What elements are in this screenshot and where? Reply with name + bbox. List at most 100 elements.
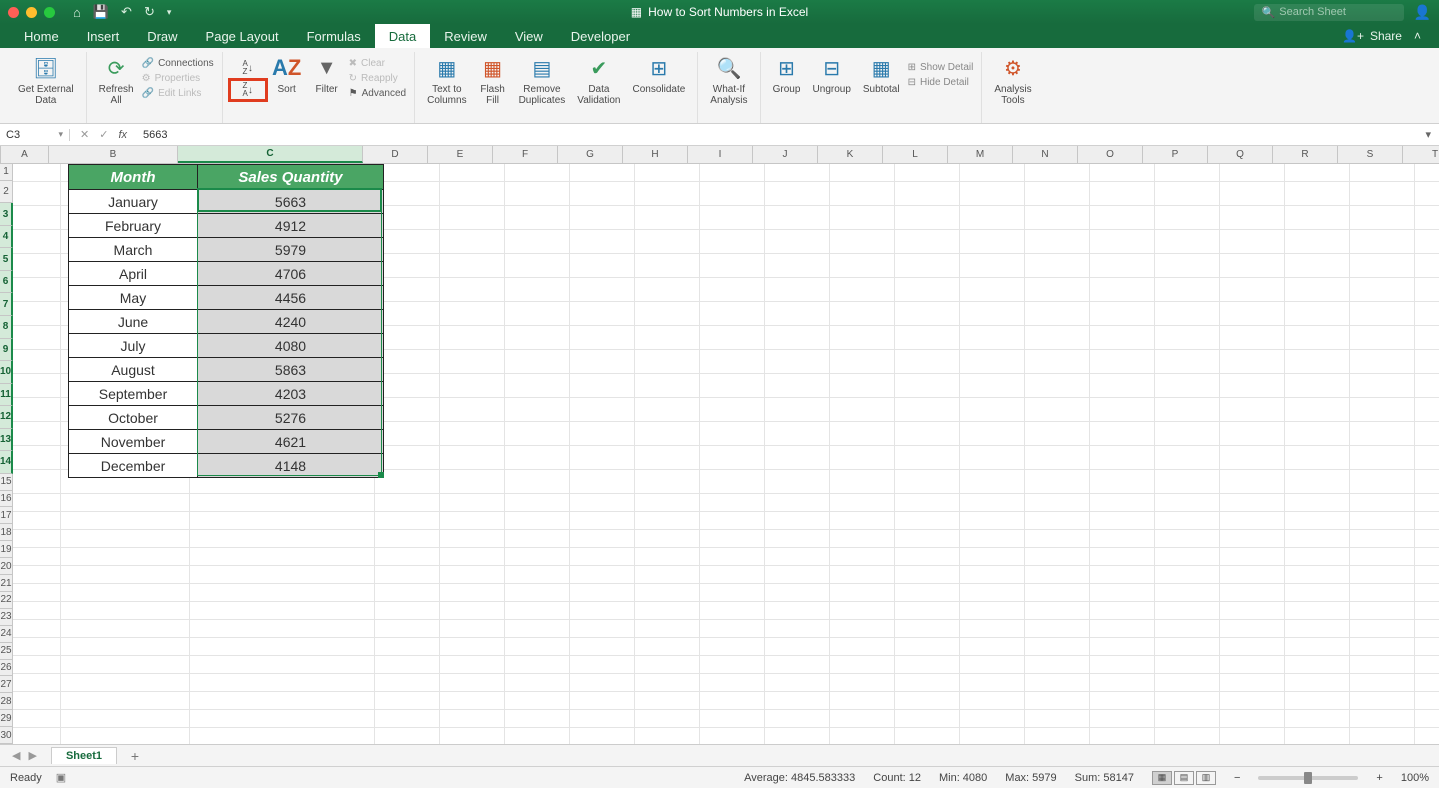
tab-developer[interactable]: Developer xyxy=(557,24,644,48)
search-sheet-box[interactable]: 🔍 Search Sheet xyxy=(1254,4,1404,21)
row-header[interactable]: 27 xyxy=(0,676,13,693)
column-header[interactable]: B xyxy=(49,146,178,163)
analysis-tools-button[interactable]: ⚙AnalysisTools xyxy=(990,52,1035,108)
table-cell[interactable]: 5979 xyxy=(198,237,383,261)
row-header[interactable]: 14 xyxy=(0,451,13,474)
table-cell[interactable]: February xyxy=(69,213,198,237)
table-cell[interactable]: March xyxy=(69,237,198,261)
column-header[interactable]: E xyxy=(428,146,493,163)
column-header[interactable]: Q xyxy=(1208,146,1273,163)
row-header[interactable]: 25 xyxy=(0,643,13,660)
row-header[interactable]: 7 xyxy=(0,293,13,316)
zoom-out-button[interactable]: − xyxy=(1234,772,1240,784)
cancel-formula-icon[interactable]: ✕ xyxy=(80,128,89,141)
tab-home[interactable]: Home xyxy=(10,24,73,48)
row-header[interactable]: 5 xyxy=(0,248,13,271)
row-header[interactable]: 6 xyxy=(0,271,13,294)
row-header[interactable]: 8 xyxy=(0,316,13,339)
edit-links-button[interactable]: 🔗Edit Links xyxy=(142,88,214,99)
column-header[interactable]: F xyxy=(493,146,558,163)
table-cell[interactable]: 5863 xyxy=(198,357,383,381)
row-header[interactable]: 17 xyxy=(0,507,13,524)
redo-icon[interactable]: ↻ xyxy=(144,4,155,20)
row-header[interactable]: 20 xyxy=(0,558,13,575)
column-header[interactable]: G xyxy=(558,146,623,163)
tab-data[interactable]: Data xyxy=(375,24,430,48)
formula-input[interactable]: 5663 xyxy=(137,129,1417,141)
table-cell[interactable]: 4148 xyxy=(198,453,383,477)
consolidate-button[interactable]: ⊞Consolidate xyxy=(628,52,689,97)
column-header[interactable]: H xyxy=(623,146,688,163)
column-header[interactable]: C xyxy=(178,146,363,163)
get-external-data-button[interactable]: 🗄 Get ExternalData xyxy=(14,52,78,108)
row-header[interactable]: 24 xyxy=(0,626,13,643)
sort-descending-button[interactable]: ZA↓ xyxy=(231,80,265,100)
row-header[interactable]: 3 xyxy=(0,203,13,226)
clear-filter-button[interactable]: ✖Clear xyxy=(349,58,406,69)
namebox-dropdown-icon[interactable]: ▾ xyxy=(58,129,63,140)
table-cell[interactable]: December xyxy=(69,453,198,477)
column-header[interactable]: I xyxy=(688,146,753,163)
undo-icon[interactable]: ↶ xyxy=(121,4,132,20)
page-layout-view-button[interactable]: ▤ xyxy=(1174,771,1194,785)
row-header[interactable]: 16 xyxy=(0,491,13,508)
row-header[interactable]: 13 xyxy=(0,429,13,452)
zoom-slider[interactable] xyxy=(1258,776,1358,780)
tab-draw[interactable]: Draw xyxy=(133,24,191,48)
column-header[interactable]: M xyxy=(948,146,1013,163)
normal-view-button[interactable]: ▦ xyxy=(1152,771,1172,785)
column-header[interactable]: T xyxy=(1403,146,1439,163)
tab-view[interactable]: View xyxy=(501,24,557,48)
table-cell[interactable]: 4621 xyxy=(198,429,383,453)
show-detail-button[interactable]: ⊞Show Detail xyxy=(908,62,974,73)
row-header[interactable]: 21 xyxy=(0,575,13,592)
zoom-window[interactable] xyxy=(44,7,55,18)
sheet-nav-prev[interactable]: ◀ xyxy=(8,749,24,762)
table-cell[interactable]: 5276 xyxy=(198,405,383,429)
chevron-up-icon[interactable]: ˄ xyxy=(1414,29,1421,43)
row-header[interactable]: 4 xyxy=(0,226,13,249)
column-header[interactable]: K xyxy=(818,146,883,163)
macro-record-icon[interactable]: ▣ xyxy=(56,771,66,784)
column-header[interactable]: D xyxy=(363,146,428,163)
row-header[interactable]: 29 xyxy=(0,710,13,727)
table-cell[interactable]: April xyxy=(69,261,198,285)
user-icon[interactable]: 👤 xyxy=(1414,4,1431,21)
table-cell[interactable]: 5663 xyxy=(198,189,383,213)
flash-fill-button[interactable]: ▦FlashFill xyxy=(475,52,511,108)
tab-insert[interactable]: Insert xyxy=(73,24,134,48)
column-header[interactable]: J xyxy=(753,146,818,163)
table-header-cell[interactable]: Sales Quantity xyxy=(198,165,383,189)
tab-page-layout[interactable]: Page Layout xyxy=(192,24,293,48)
row-header[interactable]: 11 xyxy=(0,384,13,407)
expand-formula-bar-icon[interactable]: ▾ xyxy=(1417,128,1439,141)
save-icon[interactable]: 💾 xyxy=(93,4,109,20)
tab-review[interactable]: Review xyxy=(430,24,501,48)
ungroup-button[interactable]: ⊟Ungroup xyxy=(809,52,855,97)
subtotal-button[interactable]: ▦Subtotal xyxy=(859,52,904,97)
share-button[interactable]: 👤+ Share ˄ xyxy=(1334,24,1429,48)
whatif-analysis-button[interactable]: 🔍What-IfAnalysis xyxy=(706,52,751,108)
sheet-tab[interactable]: Sheet1 xyxy=(51,747,117,764)
row-header[interactable]: 2 xyxy=(0,181,13,204)
table-header-cell[interactable]: Month xyxy=(69,165,198,189)
column-header[interactable]: N xyxy=(1013,146,1078,163)
reapply-button[interactable]: ↻Reapply xyxy=(349,73,406,84)
close-window[interactable] xyxy=(8,7,19,18)
row-header[interactable]: 30 xyxy=(0,727,13,744)
tab-formulas[interactable]: Formulas xyxy=(293,24,375,48)
enter-formula-icon[interactable]: ✓ xyxy=(99,128,108,141)
table-cell[interactable]: November xyxy=(69,429,198,453)
column-header[interactable]: S xyxy=(1338,146,1403,163)
column-header[interactable]: L xyxy=(883,146,948,163)
column-header[interactable]: A xyxy=(1,146,49,163)
column-header[interactable]: R xyxy=(1273,146,1338,163)
sort-ascending-button[interactable]: AZ↓ xyxy=(231,58,265,78)
row-header[interactable]: 1 xyxy=(0,164,13,181)
row-header[interactable]: 18 xyxy=(0,524,13,541)
table-cell[interactable]: 4203 xyxy=(198,381,383,405)
row-header[interactable]: 12 xyxy=(0,406,13,429)
column-header[interactable]: P xyxy=(1143,146,1208,163)
row-header[interactable]: 10 xyxy=(0,361,13,384)
sheet-nav-next[interactable]: ▶ xyxy=(24,749,40,762)
